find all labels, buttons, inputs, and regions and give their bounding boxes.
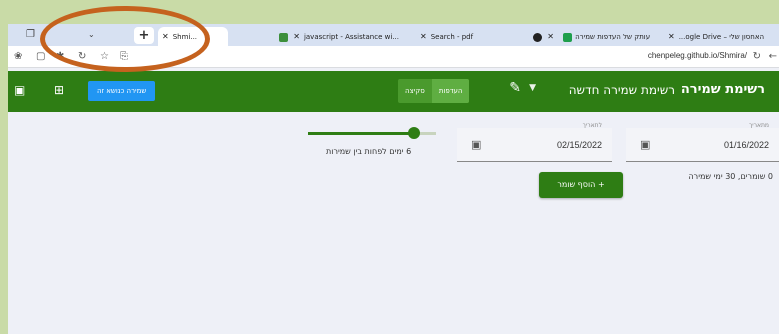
close-icon[interactable]: ✕: [293, 32, 300, 41]
back-icon[interactable]: ←: [769, 50, 777, 64]
annotation-circle: [40, 6, 210, 72]
reload-icon[interactable]: ↻: [753, 50, 761, 64]
save-as-button[interactable]: שמירה כנושא זה: [88, 81, 156, 101]
end-date-label: לתאריך: [582, 122, 602, 129]
add-file-icon[interactable]: ⊞: [54, 83, 64, 97]
sheets-icon: [563, 32, 573, 42]
page-favicon-icon: [279, 32, 288, 42]
tab-drive[interactable]: ✕ ...ogle Drive – האחסון שלי: [664, 27, 779, 46]
min-days-label: 6 ימים לפחות בין שמירות: [326, 147, 412, 156]
github-icon: [533, 32, 542, 42]
profile-icon[interactable]: ❀: [14, 50, 22, 64]
end-date-value: 02/15/2022: [556, 140, 602, 150]
extensions-icon[interactable]: ▢: [36, 50, 45, 64]
min-days-slider-thumb[interactable]: [408, 127, 420, 139]
start-date-label: מתאריך: [749, 122, 769, 129]
save-icon[interactable]: ▣: [14, 83, 25, 97]
tab-preferences[interactable]: העדפות: [431, 79, 470, 103]
list-name-select[interactable]: רשימת שמירה חדשה: [569, 83, 675, 97]
start-date-field[interactable]: מתאריך 01/16/2022 ▣: [626, 122, 779, 162]
start-date-value: 01/16/2022: [723, 140, 769, 150]
close-icon[interactable]: ✕: [420, 32, 427, 41]
edit-icon[interactable]: ✎: [509, 80, 521, 96]
guard-summary: 0 שומרים, 30 ימי שמירה: [688, 172, 773, 181]
tab-sketch[interactable]: סקיצה: [398, 79, 432, 103]
tab-javascript[interactable]: ✕ javascript - Assistance wi...: [272, 27, 412, 46]
add-guard-button[interactable]: + הוסף שומר: [539, 172, 623, 198]
app-bar: ▣ ⊞ שמירה כנושא זה סקיצה העדפות ✎ ▼ רשימ…: [8, 71, 779, 112]
window-restore-icon[interactable]: ❐: [26, 28, 35, 42]
close-icon[interactable]: ✕: [668, 32, 675, 41]
app-title: רשימת שמירה: [680, 82, 765, 97]
chevron-down-icon[interactable]: ▼: [529, 83, 536, 93]
end-date-field[interactable]: לתאריך 02/15/2022 ▣: [457, 122, 612, 162]
calendar-icon[interactable]: ▣: [471, 138, 481, 151]
close-icon[interactable]: ✕: [547, 32, 554, 41]
tab-sheet[interactable]: ✕ עותק של העדפות שמירה: [526, 27, 658, 46]
calendar-icon[interactable]: ▣: [640, 138, 650, 151]
min-days-slider-fill: [308, 132, 414, 135]
view-toggle: סקיצה העדפות: [398, 79, 470, 103]
tab-search-pdf[interactable]: ✕ Search - pdf: [416, 27, 516, 46]
address-bar[interactable]: chenpeleg.github.io/Shmira/: [648, 51, 747, 60]
